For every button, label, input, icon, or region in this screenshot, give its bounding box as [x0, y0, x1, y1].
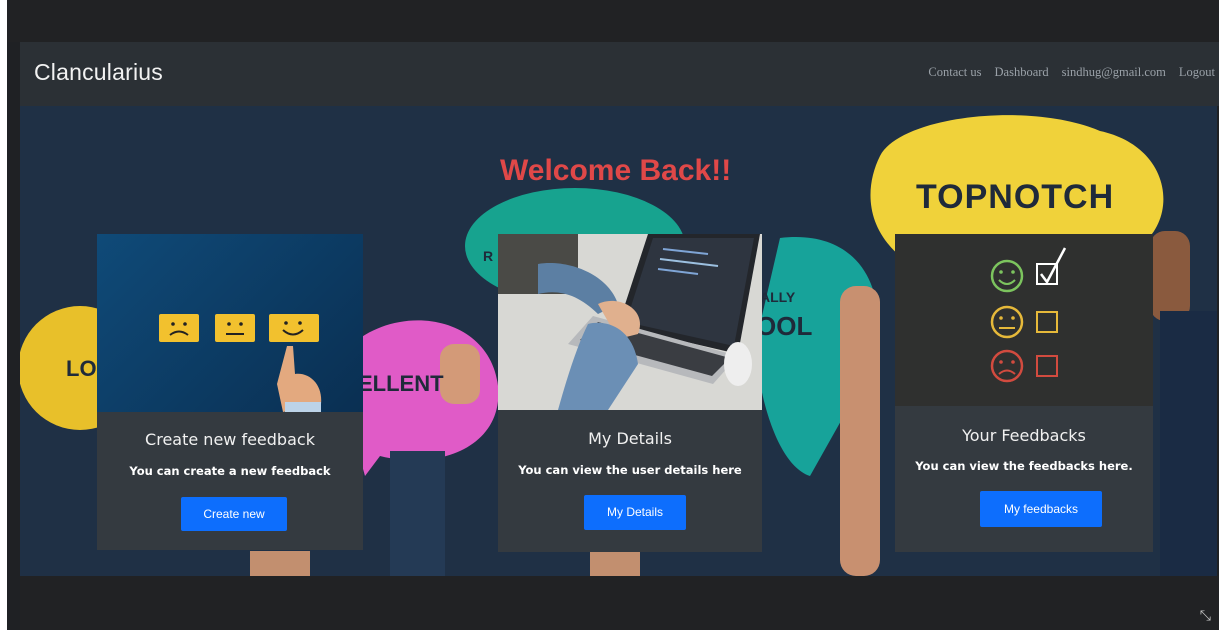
card-title: My Details — [588, 429, 672, 448]
brand-logo[interactable]: Clancularius — [34, 59, 163, 86]
card-your-feedbacks: Your Feedbacks You can view the feedback… — [895, 234, 1153, 552]
nav-logout[interactable]: Logout — [1179, 65, 1215, 80]
card-title: Your Feedbacks — [962, 426, 1086, 445]
nav-links: Contact us Dashboard sindhug@gmail.com L… — [928, 65, 1215, 80]
laptop-icon — [498, 234, 762, 410]
bubble-r: R — [483, 248, 494, 264]
welcome-heading: Welcome Back!! — [500, 154, 732, 187]
nav-user-email[interactable]: sindhug@gmail.com — [1062, 65, 1166, 80]
card-title: Create new feedback — [145, 430, 315, 449]
my-feedbacks-button[interactable]: My feedbacks — [980, 491, 1102, 527]
nav-contact-us[interactable]: Contact us — [928, 65, 981, 80]
left-edge — [0, 0, 7, 630]
browser-top-bar — [7, 0, 1219, 42]
nav-dashboard[interactable]: Dashboard — [995, 65, 1049, 80]
card-image-laptop — [498, 234, 762, 410]
hero-section: TOPNOTCH LO ELLENT ALLY OOL R Welcome Ba… — [20, 106, 1217, 576]
card-description: You can create a new feedback — [129, 464, 331, 478]
my-details-button[interactable]: My Details — [584, 495, 686, 530]
bubble-ool: OOL — [756, 311, 813, 341]
chalkboard-rating-icon — [895, 234, 1153, 406]
navbar: Clancularius Contact us Dashboard sindhu… — [20, 42, 1219, 106]
card-description: You can view the feedbacks here. — [915, 459, 1133, 473]
bubble-ellent: ELLENT — [358, 371, 444, 396]
card-description: You can view the user details here — [518, 463, 742, 477]
fullscreen-exit-icon[interactable]: ⤡ — [1200, 608, 1211, 624]
card-image-feedback-faces — [97, 234, 363, 412]
bubble-lo: LO — [66, 356, 97, 381]
bubble-topnotch: TOPNOTCH — [916, 178, 1115, 216]
bottom-bar — [20, 576, 1219, 630]
create-new-button[interactable]: Create new — [181, 497, 287, 531]
card-image-chalkboard — [895, 234, 1153, 406]
bubble-ally: ALLY — [760, 289, 796, 305]
card-create-feedback: Create new feedback You can create a new… — [97, 234, 363, 550]
card-my-details: My Details You can view the user details… — [498, 234, 762, 552]
emoji-rating-icon — [159, 314, 322, 412]
